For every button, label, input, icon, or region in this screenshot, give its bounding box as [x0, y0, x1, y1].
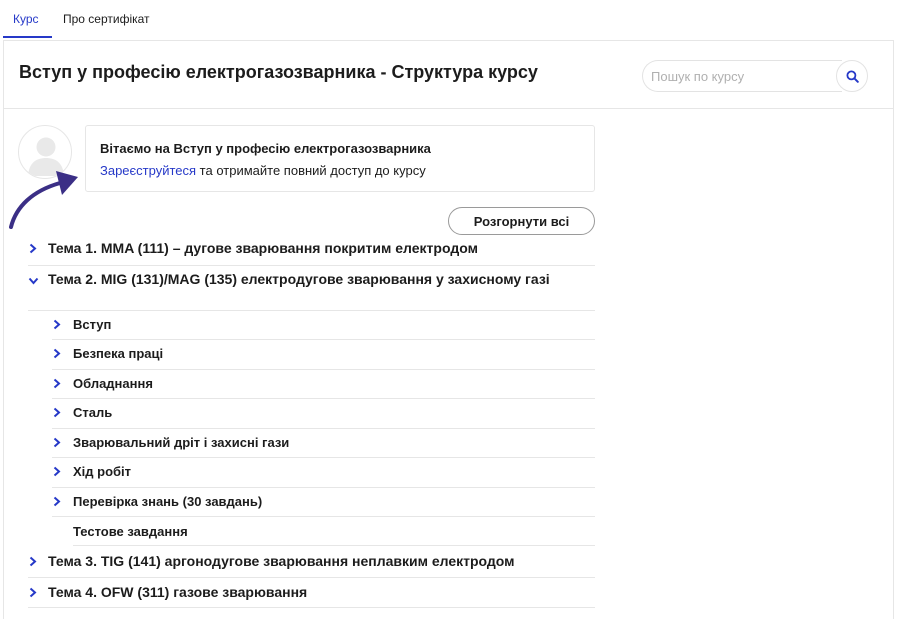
expand-all-button[interactable]: Розгорнути всі — [448, 207, 595, 235]
welcome-box: Вітаємо на Вступ у професію електрогазоз… — [85, 125, 595, 192]
welcome-title: Вітаємо на Вступ у професію електрогазоз… — [100, 141, 431, 156]
lesson-row[interactable]: Безпека праці — [52, 347, 595, 370]
chevron-right-icon — [53, 378, 61, 389]
search-input[interactable] — [642, 60, 842, 92]
welcome-message: Зареєструйтеся та отримайте повний досту… — [100, 163, 426, 178]
tab-course[interactable]: Курс — [13, 12, 39, 26]
lesson-label: Зварювальний дріт і захисні гази — [73, 435, 290, 450]
lesson-label: Хід робіт — [73, 464, 132, 479]
lesson-label: Перевірка знань (30 завдань) — [73, 494, 263, 509]
topic-row[interactable]: Тема 4. OFW (311) газове зварювання — [28, 585, 595, 608]
curved-arrow-icon — [9, 171, 78, 229]
chevron-right-icon — [29, 587, 37, 598]
tab-certificate[interactable]: Про сертифікат — [63, 12, 150, 26]
page-header: Вступ у професію електрогазозварника - С… — [4, 41, 893, 109]
welcome-message-text: та отримайте повний доступ до курсу — [196, 163, 426, 178]
chevron-right-icon — [53, 319, 61, 330]
course-panel: Вступ у професію електрогазозварника - С… — [3, 40, 894, 619]
lesson-label: Вступ — [73, 317, 112, 332]
chevron-right-icon — [53, 437, 61, 448]
chevron-down-icon — [28, 277, 39, 285]
search-icon — [846, 70, 859, 83]
topic-row[interactable]: Тема 3. TIG (141) аргонодугове зварюванн… — [28, 554, 595, 578]
chevron-right-icon — [53, 348, 61, 359]
topic-row-expanded[interactable]: Тема 2. MIG (131)/MAG (135) електродугов… — [28, 272, 595, 311]
active-tab-indicator — [3, 36, 52, 38]
page-title: Вступ у професію електрогазозварника - С… — [19, 62, 538, 82]
tab-bar: Курс Про сертифікат — [0, 0, 900, 40]
lesson-label: Обладнання — [73, 376, 153, 391]
test-item[interactable]: Тестове завдання — [73, 524, 595, 546]
chevron-right-icon — [53, 496, 61, 507]
search-box — [642, 60, 868, 92]
chevron-right-icon — [29, 243, 37, 254]
topic-label: Тема 4. OFW (311) газове зварювання — [48, 584, 308, 600]
topic-label: Тема 1. MMA (111) – дугове зварювання по… — [48, 240, 478, 256]
lesson-row[interactable]: Вступ — [52, 318, 595, 340]
topic-label: Тема 2. MIG (131)/MAG (135) електродугов… — [48, 271, 550, 287]
lesson-row[interactable]: Перевірка знань (30 завдань) — [52, 495, 595, 517]
topic-label: Тема 3. TIG (141) аргонодугове зварюванн… — [48, 553, 515, 569]
lesson-row[interactable]: Обладнання — [52, 377, 595, 399]
chevron-right-icon — [53, 466, 61, 477]
topic-row[interactable]: Тема 1. MMA (111) – дугове зварювання по… — [28, 241, 595, 266]
lesson-row[interactable]: Зварювальний дріт і захисні гази — [52, 436, 595, 458]
chevron-right-icon — [29, 556, 37, 567]
search-button[interactable] — [836, 60, 868, 92]
lesson-label: Безпека праці — [73, 346, 164, 361]
chevron-right-icon — [53, 407, 61, 418]
lesson-label: Сталь — [73, 405, 113, 420]
lesson-row[interactable]: Сталь — [52, 406, 595, 429]
register-link[interactable]: Зареєструйтеся — [100, 163, 196, 178]
lesson-row[interactable]: Хід робіт — [52, 465, 595, 488]
